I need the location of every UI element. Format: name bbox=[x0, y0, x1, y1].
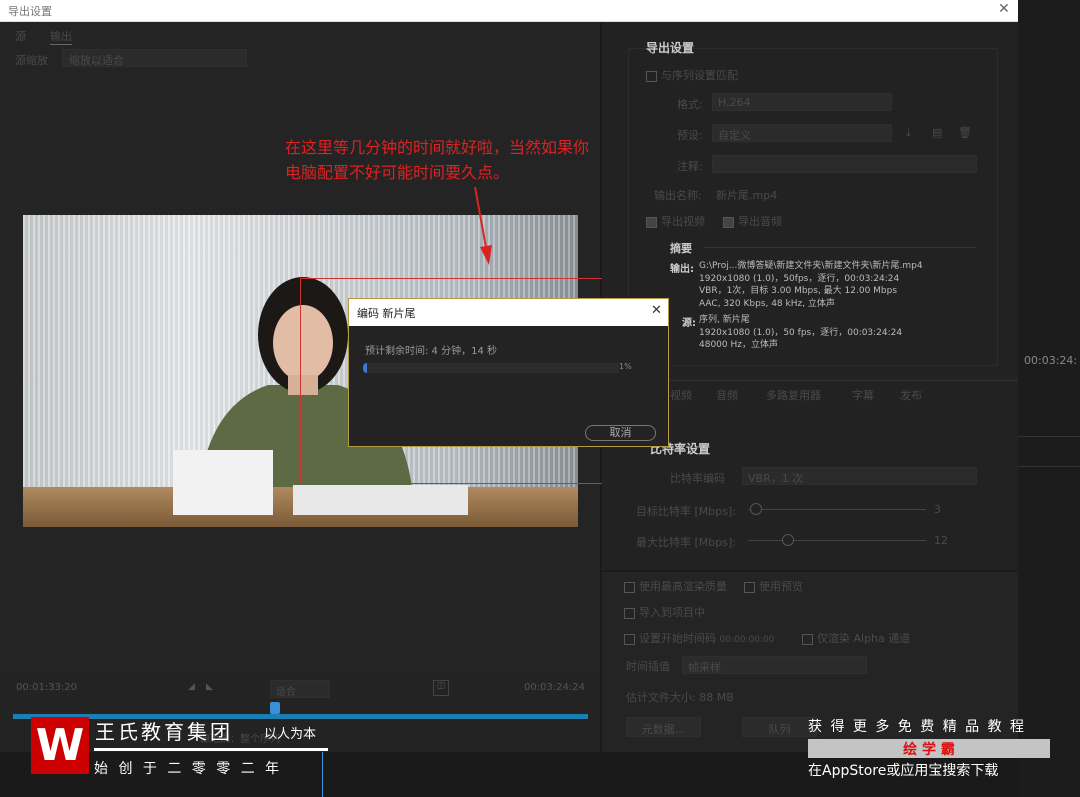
in-timecode: 00:01:33:20 bbox=[16, 682, 78, 693]
promo-app-name: 绘 学 霸 bbox=[808, 739, 1050, 758]
encode-dialog-title: 编码 新片尾 bbox=[357, 307, 416, 320]
strip-timecode: 00:03:24: bbox=[1024, 354, 1078, 367]
promo-line-1: 获 得 更 多 免 费 精 品 教 程 bbox=[808, 719, 1027, 735]
summary-heading: 摘要 bbox=[670, 242, 692, 255]
preset-select[interactable]: 自定义 bbox=[712, 124, 892, 142]
output-name-link[interactable]: 新片尾.mp4 bbox=[716, 187, 777, 203]
target-bitrate-label: 目标比特率 [Mbps]: bbox=[636, 505, 736, 518]
export-audio-checkbox[interactable]: 导出音频 bbox=[723, 213, 782, 229]
start-timecode-checkbox[interactable]: 设置开始时间码 00:00:00:00 bbox=[624, 630, 774, 646]
max-bitrate-slider[interactable] bbox=[782, 534, 794, 546]
format-select[interactable]: H.264 bbox=[712, 93, 892, 111]
comment-input[interactable] bbox=[712, 155, 977, 173]
summary-source: 序列, 新片尾 1920x1080 (1.0)，50 fps，逐行，00:03:2… bbox=[699, 315, 903, 350]
metadata-button[interactable]: 元数据... bbox=[626, 717, 701, 737]
source-scale-value: 缩放以适合 bbox=[69, 54, 124, 67]
tab-source[interactable]: 源 bbox=[15, 28, 26, 44]
summary-source-label: 源: bbox=[682, 318, 696, 329]
playhead[interactable] bbox=[270, 702, 280, 714]
tab-multiplexer[interactable]: 多路复用器 bbox=[766, 387, 821, 403]
max-bitrate-value[interactable]: 12 bbox=[934, 534, 948, 547]
out-timecode: 00:03:24:24 bbox=[524, 682, 586, 693]
interpolation-label: 时间插值 bbox=[626, 660, 670, 673]
encode-dialog: 编码 新片尾 ✕ 预计剩余时间: 4 分钟，14 秒 1% 取消 bbox=[348, 298, 669, 447]
source-scale-select[interactable]: 缩放以适合 bbox=[62, 49, 247, 67]
cancel-button[interactable]: 取消 bbox=[585, 425, 656, 441]
fit-select[interactable]: 适合 bbox=[270, 680, 330, 698]
annotation: 在这里等几分钟的时间就好啦，当然如果你 电脑配置不好可能时间要久点。 bbox=[285, 135, 589, 185]
annotation-line-1: 在这里等几分钟的时间就好啦，当然如果你 bbox=[285, 138, 590, 157]
promo-line-3: 在AppStore或应用宝搜索下载 bbox=[808, 763, 999, 779]
export-video-checkbox[interactable]: 导出视频 bbox=[646, 213, 705, 229]
close-icon[interactable]: ✕ bbox=[651, 303, 662, 318]
founded-text: 始 创 于 二 零 零 二 年 bbox=[94, 761, 283, 777]
target-bitrate-slider[interactable] bbox=[750, 503, 762, 515]
format-label: 格式: bbox=[677, 98, 703, 111]
company-slogan: 以人为本 bbox=[264, 727, 317, 742]
background-timeline: 00:03:24: bbox=[1018, 0, 1080, 797]
tab-audio[interactable]: 音频 bbox=[716, 387, 738, 403]
mark-in-icon[interactable]: ◢ bbox=[188, 682, 195, 692]
export-settings-panel: 导出设置 与序列设置匹配 格式: H.264 预设: 自定义 ⤓ ▤ 🗑 注释:… bbox=[602, 22, 1018, 570]
title-bar: 导出设置 ✕ bbox=[0, 0, 1018, 22]
alpha-only-checkbox[interactable]: 仅渲染 Alpha 通道 bbox=[802, 630, 910, 646]
tab-publish[interactable]: 发布 bbox=[900, 387, 922, 403]
import-preset-icon[interactable]: ⤓ bbox=[906, 126, 911, 140]
time-remaining: 预计剩余时间: 4 分钟，14 秒 bbox=[365, 346, 497, 357]
close-icon[interactable]: ✕ bbox=[998, 1, 1010, 17]
promo-watermark: 获 得 更 多 免 费 精 品 教 程 绘 学 霸 在AppStore或应用宝搜… bbox=[808, 716, 1050, 780]
output-name-label: 输出名称: bbox=[654, 189, 702, 202]
file-size: 估计文件大小: 88 MB bbox=[626, 691, 734, 704]
progress-label: 1% bbox=[619, 362, 632, 371]
save-preset-icon[interactable]: ▤ bbox=[932, 126, 942, 139]
aspect-icon[interactable]: ◫ bbox=[433, 680, 449, 696]
window-title: 导出设置 bbox=[8, 5, 52, 18]
comment-label: 注释: bbox=[677, 160, 703, 173]
bitrate-encoding-label: 比特率编码 bbox=[670, 472, 725, 485]
max-quality-checkbox[interactable]: 使用最高渲染质量 bbox=[624, 578, 727, 594]
match-sequence-checkbox[interactable]: 与序列设置匹配 bbox=[646, 67, 738, 83]
source-scale-label: 源缩放 bbox=[15, 54, 48, 67]
import-project-checkbox[interactable]: 导入到项目中 bbox=[624, 604, 705, 620]
encode-dialog-header: 编码 新片尾 ✕ bbox=[349, 299, 668, 326]
max-bitrate-label: 最大比特率 [Mbps]: bbox=[636, 536, 736, 549]
use-preview-checkbox[interactable]: 使用预览 bbox=[744, 578, 803, 594]
company-name: 王氏教育集团 bbox=[95, 720, 233, 744]
annotation-line-2: 电脑配置不好可能时间要久点。 bbox=[285, 163, 510, 182]
annotation-arrow-icon bbox=[474, 186, 492, 265]
summary-output-label: 输出: bbox=[670, 264, 694, 275]
bitrate-encoding-select[interactable]: VBR，1 次 bbox=[742, 467, 977, 485]
summary-output: G:\Proj...微博答疑\新建文件夹\新建文件夹\新片尾.mp4 1920x1… bbox=[699, 261, 923, 309]
preset-label: 预设: bbox=[677, 129, 703, 142]
interpolation-select[interactable]: 帧采样 bbox=[682, 656, 867, 674]
tab-video[interactable]: 视频 bbox=[670, 387, 692, 403]
tab-output[interactable]: 输出 bbox=[50, 28, 72, 45]
mark-out-icon[interactable]: ◣ bbox=[206, 682, 213, 692]
delete-preset-icon[interactable]: 🗑 bbox=[958, 126, 972, 139]
export-settings-heading: 导出设置 bbox=[646, 41, 695, 55]
tab-captions[interactable]: 字幕 bbox=[852, 387, 874, 403]
queue-button[interactable]: 队列 bbox=[742, 717, 817, 737]
progress-bar bbox=[363, 363, 619, 373]
target-bitrate-value[interactable]: 3 bbox=[934, 503, 941, 516]
company-logo: W bbox=[31, 717, 89, 774]
